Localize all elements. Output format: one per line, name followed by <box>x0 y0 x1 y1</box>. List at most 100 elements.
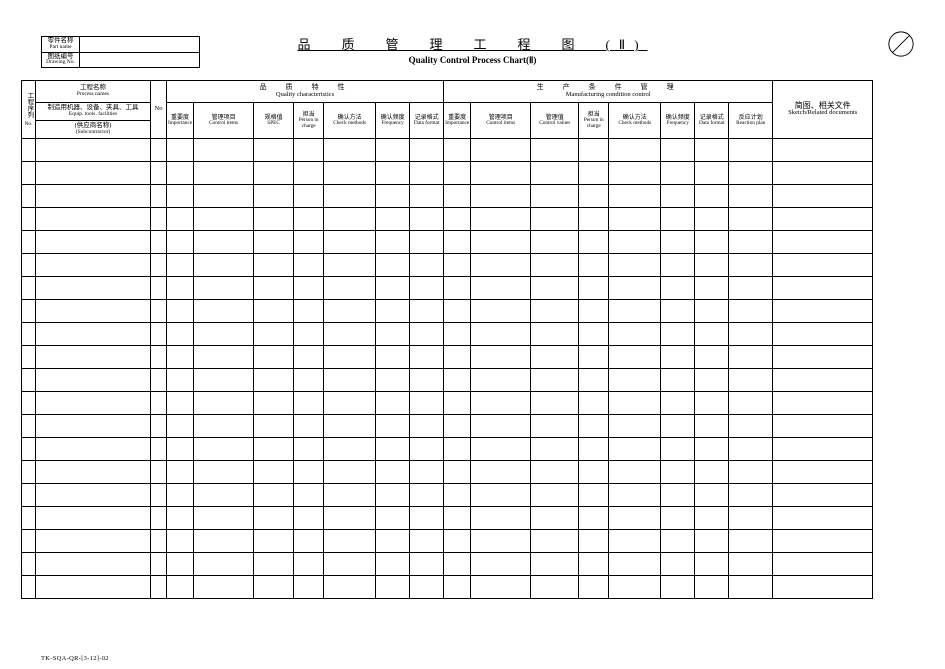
cell <box>22 461 36 484</box>
cell <box>471 185 531 208</box>
cell <box>444 369 471 392</box>
cell <box>661 484 695 507</box>
cell <box>254 415 294 438</box>
cell <box>22 415 36 438</box>
cell <box>410 553 444 576</box>
cell <box>444 323 471 346</box>
cell <box>194 507 254 530</box>
cell <box>151 323 167 346</box>
cell <box>294 392 324 415</box>
cell <box>773 415 873 438</box>
cell <box>695 254 729 277</box>
cell <box>294 507 324 530</box>
cell <box>531 277 579 300</box>
cell <box>194 438 254 461</box>
cell <box>376 438 410 461</box>
cell <box>410 139 444 162</box>
cell <box>36 507 151 530</box>
cell <box>410 185 444 208</box>
cell <box>773 438 873 461</box>
cell <box>444 553 471 576</box>
cell <box>444 346 471 369</box>
cell <box>531 323 579 346</box>
col-qc-data-format: 记录格式Data format <box>410 103 444 139</box>
cell <box>194 231 254 254</box>
cell <box>531 530 579 553</box>
cell <box>695 300 729 323</box>
table-row <box>22 162 873 185</box>
cell <box>294 231 324 254</box>
cell <box>194 392 254 415</box>
cell <box>254 369 294 392</box>
cell <box>294 208 324 231</box>
cell <box>471 369 531 392</box>
cell <box>167 323 194 346</box>
cell <box>609 392 661 415</box>
cell <box>22 576 36 599</box>
cell <box>579 231 609 254</box>
cell <box>579 392 609 415</box>
cell <box>167 162 194 185</box>
cell <box>151 254 167 277</box>
cell <box>294 576 324 599</box>
cell <box>609 300 661 323</box>
cell <box>167 461 194 484</box>
cell <box>151 484 167 507</box>
cell <box>151 461 167 484</box>
cell <box>376 300 410 323</box>
cell <box>194 553 254 576</box>
table-row <box>22 392 873 415</box>
cell <box>410 530 444 553</box>
table-row <box>22 139 873 162</box>
cell <box>376 139 410 162</box>
cell <box>324 231 376 254</box>
cell <box>254 392 294 415</box>
cell <box>36 254 151 277</box>
cell <box>254 208 294 231</box>
cell <box>22 300 36 323</box>
col-group-quality: 品 质 特 性 Quality characteristics <box>167 81 444 103</box>
cell <box>444 254 471 277</box>
cell <box>294 162 324 185</box>
cell <box>151 231 167 254</box>
cell <box>579 576 609 599</box>
col-qc-spec: 规格值SPEC <box>254 103 294 139</box>
cell <box>444 415 471 438</box>
cell <box>254 162 294 185</box>
cell <box>194 139 254 162</box>
cell <box>294 323 324 346</box>
cell <box>376 507 410 530</box>
cell <box>579 162 609 185</box>
cell <box>324 300 376 323</box>
cell <box>695 369 729 392</box>
cell <box>376 346 410 369</box>
cell <box>729 254 773 277</box>
cell <box>531 300 579 323</box>
cell <box>254 185 294 208</box>
cell <box>376 369 410 392</box>
revision-mark-icon <box>887 30 915 58</box>
table-row <box>22 254 873 277</box>
col-subcon: (供应商名称) (Subcontractor) <box>36 121 151 139</box>
cell <box>194 162 254 185</box>
cell <box>609 507 661 530</box>
cell <box>324 139 376 162</box>
cell <box>22 438 36 461</box>
cell <box>151 576 167 599</box>
cell <box>773 484 873 507</box>
cell <box>167 392 194 415</box>
cell <box>661 415 695 438</box>
cell <box>151 553 167 576</box>
cell <box>294 461 324 484</box>
cell <box>661 139 695 162</box>
cell <box>410 392 444 415</box>
cell <box>36 300 151 323</box>
cell <box>773 323 873 346</box>
cell <box>609 346 661 369</box>
col-mc-check: 确认方法Check methods <box>609 103 661 139</box>
cell <box>254 139 294 162</box>
cell <box>167 277 194 300</box>
cell <box>36 208 151 231</box>
cell <box>695 530 729 553</box>
cell <box>579 553 609 576</box>
